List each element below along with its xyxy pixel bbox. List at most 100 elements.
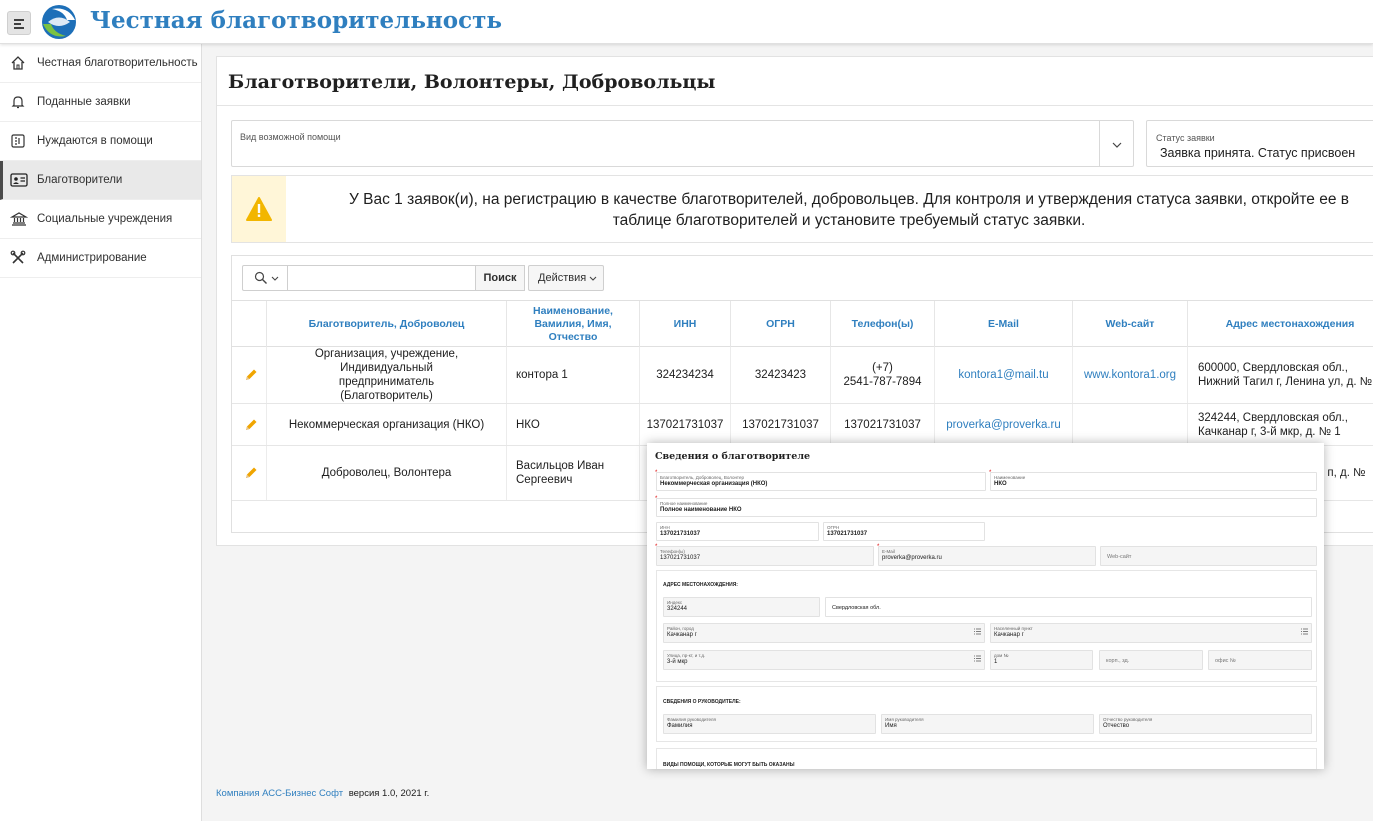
settlement-value: Качканар г [994,632,1024,638]
sidebar-item-needy[interactable]: Нуждаются в помощи [0,122,201,161]
region-field[interactable]: Свердловская обл. [825,597,1312,617]
web-field[interactable]: Web-сайт [1100,546,1317,566]
help-types-section-title: ВИДЫ ПОМОЩИ, КОТОРЫЕ МОГУТ БЫТЬ ОКАЗАНЫ [663,762,795,768]
top-bar: Честная благотворительность [0,0,1373,44]
row-address: 324244, Свердловская обл., Качканар г, 3… [1198,411,1348,438]
menu-toggle-button[interactable] [7,11,31,35]
email-link[interactable]: kontora1@mail.tu [958,368,1048,382]
chevron-down-icon [271,276,279,281]
row-web [1073,404,1188,445]
sidebar-item-admin[interactable]: Администрирование [0,239,201,278]
settlement-label: Населенный пункт [994,626,1033,631]
building-field[interactable]: корп., зд. [1099,650,1203,670]
company-link[interactable]: Компания АСС-Бизнес Софт [216,788,343,799]
list-icon[interactable] [1301,628,1308,635]
index-field[interactable]: Индекс 324244 [663,597,820,617]
search-button[interactable]: Поиск [475,265,525,291]
email-field[interactable]: * E-Mail proverka@proverka.ru [877,544,1096,566]
tools-icon [10,250,26,264]
inn-label: ИНН [660,525,670,530]
short-name-field[interactable]: * Наименование НКО [989,470,1317,491]
region-value: Свердловская обл. [832,605,881,611]
row-edit-cell [232,404,267,445]
pencil-icon[interactable] [243,417,259,433]
web-link[interactable]: www.kontora1.org [1084,368,1176,382]
sidebar-item-institutions[interactable]: Социальные учреждения [0,200,201,239]
footer: Компания АСС-Бизнес Софт версия 1.0, 202… [216,788,429,799]
column-header-ogrn[interactable]: ОГРН [731,301,831,347]
row-ogrn: 137021731037 [731,404,831,445]
full-name-value: Полное наименование НКО [660,507,742,513]
chevron-down-icon [1112,142,1122,148]
short-name-label: Наименование [994,475,1026,480]
phone-field[interactable]: * Телефон(ы) 137021731037 [655,544,874,566]
sidebar-item-applications[interactable]: Поданные заявки [0,83,201,122]
district-field[interactable]: Район, город Качканар г [663,623,985,643]
row-name: НКО [507,404,640,445]
list-icon[interactable] [974,655,981,662]
email-link[interactable]: proverka@proverka.ru [946,418,1061,432]
row-phone: 137021731037 [831,404,935,445]
search-input[interactable] [289,268,469,288]
short-name-value: НКО [994,481,1007,487]
office-field[interactable]: офис № [1208,650,1312,670]
column-header-select [232,301,267,347]
row-phone: (+7) 2541-787-7894 [831,347,935,403]
sidebar-item-benefactors[interactable]: Благотворители [0,161,201,200]
settlement-field[interactable]: Населенный пункт Качканар г [990,623,1312,643]
grid-header: Благотворитель, Доброволец Наименование,… [232,300,1373,347]
app-title[interactable]: Честная благотворительность [90,7,502,34]
id-card-icon [10,173,28,187]
column-header-type[interactable]: Благотворитель, Доброволец [267,301,507,347]
office-placeholder: офис № [1215,658,1236,664]
house-field[interactable]: дом № 1 [990,650,1093,670]
row-name: контора 1 [507,347,640,403]
head-first-name-value: Имя [885,723,897,729]
help-type-label: Вид возможной помощи [240,132,341,142]
column-header-inn[interactable]: ИНН [640,301,731,347]
head-section-title: СВЕДЕНИЯ О РУКОВОДИТЕЛЕ: [663,699,741,705]
help-type-dropdown-button[interactable] [1099,121,1133,166]
column-header-name[interactable]: Наименование, Вамилия, Имя, Отчество [507,301,640,347]
row-type: Организация, учреждение, Индивидуальный … [267,347,507,403]
document-icon [11,134,25,148]
head-middle-name-field[interactable]: Отчество руководителя Отчество [1099,714,1312,734]
street-field[interactable]: Улица, пр-кт, и т.д. 3-й мкр [663,650,985,670]
actions-menu-button[interactable]: Действия [528,265,604,291]
head-middle-name-label: Отчество руководителя [1103,717,1153,722]
house-value: 1 [994,659,998,665]
building-placeholder: корп., зд. [1106,658,1130,664]
search-column-dropdown[interactable] [243,266,288,290]
column-header-address[interactable]: Адрес местонахождения [1188,301,1373,347]
type-field[interactable]: * Благотворитель, Доброволец, Волонтер Н… [655,470,986,491]
list-icon[interactable] [974,628,981,635]
column-header-web[interactable]: Web-сайт [1073,301,1188,347]
sidebar: Честная благотворительность Поданные зая… [0,44,202,821]
head-last-name-label: Фамилия руководителя [667,717,716,722]
pencil-icon[interactable] [243,367,259,383]
full-name-field[interactable]: * Полное наименование Полное наименовани… [655,496,1317,517]
email-value: proverka@proverka.ru [882,555,942,561]
column-header-email[interactable]: E-Mail [935,301,1073,347]
head-last-name-field[interactable]: Фамилия руководителя Фамилия [663,714,876,734]
table-row: Организация, учреждение, Индивидуальный … [232,347,1373,404]
status-select[interactable]: Статус заявки Заявка принята. Статус при… [1146,120,1373,167]
column-header-phone[interactable]: Телефон(ы) [831,301,935,347]
help-type-select[interactable]: Вид возможной помощи [231,120,1134,167]
district-value: Качканар г [667,632,697,638]
head-first-name-field[interactable]: Имя руководителя Имя [881,714,1094,734]
address-section-title: АДРЕС МЕСТОНАХОЖДЕНИЯ: [663,582,738,588]
ogrn-field[interactable]: ОГРН 137021731037 [823,522,985,541]
ogrn-value: 137021731037 [827,531,868,537]
inn-field[interactable]: ИНН 137021731037 [656,522,819,541]
pencil-icon[interactable] [243,465,259,481]
bell-icon [11,96,25,109]
actions-label: Действия [538,272,587,284]
alert-icon-cell [232,176,286,242]
house-label: дом № [994,653,1009,658]
row-edit-cell [232,347,267,403]
head-first-name-label: Имя руководителя [885,717,924,722]
email-label: E-Mail [882,549,895,554]
sidebar-item-home[interactable]: Честная благотворительность [0,44,201,83]
row-email: kontora1@mail.tu [935,347,1073,403]
